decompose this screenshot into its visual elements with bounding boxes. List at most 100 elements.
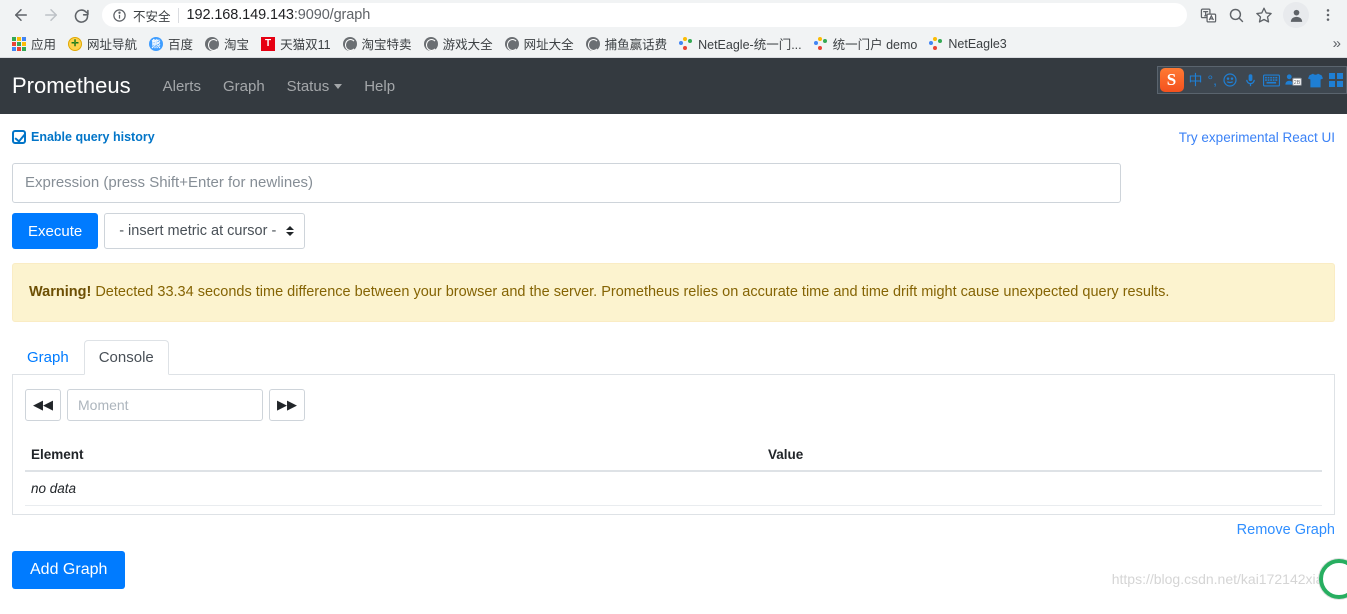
bookmark-item[interactable]: 网址大全 xyxy=(499,32,580,55)
table-row: no data xyxy=(25,471,1322,507)
bookmark-item[interactable]: 淘宝特卖 xyxy=(337,32,418,55)
dots-favicon-icon xyxy=(679,36,693,51)
globe-icon xyxy=(504,36,519,51)
warning-message: Detected 33.34 seconds time difference b… xyxy=(91,284,1170,300)
forward-arrow-icon[interactable] xyxy=(36,1,66,29)
tmall-t-icon: T xyxy=(261,36,276,51)
nav-link-label: Alerts xyxy=(162,77,201,95)
back-arrow-icon[interactable] xyxy=(6,1,36,29)
bookmark-apps[interactable]: 应用 xyxy=(6,32,62,55)
bookmark-label: 网址大全 xyxy=(523,38,574,52)
expression-input[interactable] xyxy=(12,163,1121,203)
profile-avatar[interactable] xyxy=(1283,2,1309,28)
cell-element: no data xyxy=(25,471,762,507)
console-panel: ◀◀ ▶▶ Element Value no data xyxy=(12,375,1335,516)
watermark-text: https://blog.csdn.net/kai172142xiang xyxy=(1111,571,1339,588)
execute-button[interactable]: Execute xyxy=(12,213,99,249)
bookmark-label: 百度 xyxy=(168,38,194,52)
user-card-icon[interactable]: 2B xyxy=(1285,73,1302,87)
bookmark-item[interactable]: 统一门户 demo xyxy=(808,32,924,55)
results-table: Element Value no data xyxy=(25,441,1322,507)
time-drift-warning-banner: Warning! Detected 33.34 seconds time dif… xyxy=(12,263,1335,323)
bookmarks-overflow-chevron-icon[interactable]: » xyxy=(1333,30,1341,57)
enable-query-history-checkbox[interactable]: Enable query history xyxy=(12,130,155,144)
cell-value xyxy=(762,471,1322,507)
column-header-element: Element xyxy=(25,441,762,473)
add-graph-button[interactable]: Add Graph xyxy=(12,551,126,590)
address-bar[interactable]: 不安全 192.168.149.143:9090/graph xyxy=(102,3,1187,27)
bookmark-label: 淘宝特卖 xyxy=(361,38,412,52)
chrome-menu-icon[interactable] xyxy=(1315,2,1341,28)
browser-toolbar-icons xyxy=(1195,2,1341,28)
insert-metric-select[interactable]: - insert metric at cursor - xyxy=(104,213,306,249)
bookmark-item[interactable]: NetEagle-统一门... xyxy=(673,32,808,55)
bookmark-star-icon[interactable] xyxy=(1251,2,1277,28)
nav-link-graph[interactable]: Graph xyxy=(213,72,275,101)
graph-page: Enable query history Try experimental Re… xyxy=(0,114,1347,600)
query-options-row: Enable query history Try experimental Re… xyxy=(12,114,1335,145)
sogou-logo-icon[interactable]: S xyxy=(1159,68,1184,92)
security-label: 不安全 xyxy=(133,9,171,24)
results-table-body: no data xyxy=(25,471,1322,507)
tab-graph[interactable]: Graph xyxy=(12,340,84,375)
enable-query-history-label: Enable query history xyxy=(31,130,155,144)
try-react-ui-link[interactable]: Try experimental React UI xyxy=(1179,130,1335,145)
site-info-icon[interactable] xyxy=(112,8,127,23)
zoom-out-icon[interactable] xyxy=(1223,2,1249,28)
nav-link-alerts[interactable]: Alerts xyxy=(153,72,211,101)
bookmark-label: 游戏大全 xyxy=(442,38,493,52)
result-tabs: Graph Console xyxy=(12,340,1335,376)
globe-icon xyxy=(585,36,600,51)
tab-console[interactable]: Console xyxy=(83,340,169,376)
nav-link-help[interactable]: Help xyxy=(354,72,405,101)
reload-icon[interactable] xyxy=(66,1,96,29)
moment-controls: ◀◀ ▶▶ xyxy=(25,389,1322,422)
moment-input[interactable] xyxy=(67,389,263,422)
dots-favicon-icon xyxy=(929,36,943,51)
bookmark-item[interactable]: T 天猫双11 xyxy=(255,32,336,55)
brand-title[interactable]: Prometheus xyxy=(12,73,131,99)
bookmark-item[interactable]: 熊 百度 xyxy=(143,32,199,55)
globe-icon xyxy=(342,36,357,51)
bookmark-item[interactable]: ✛ 网址导航 xyxy=(62,32,143,55)
bookmark-item[interactable]: 淘宝 xyxy=(199,32,255,55)
bookmark-item[interactable]: 捕鱼赢话费 xyxy=(580,32,674,55)
green-plus-circle-icon: ✛ xyxy=(68,36,83,51)
bookmark-label: NetEagle-统一门... xyxy=(698,38,802,52)
query-controls: Execute - insert metric at cursor - xyxy=(12,213,1335,249)
baidu-paw-icon: 熊 xyxy=(149,36,164,51)
bookmark-label: 淘宝 xyxy=(224,38,250,52)
table-header-row: Element Value xyxy=(25,441,1322,473)
nav-link-status[interactable]: Status xyxy=(277,72,353,101)
ime-punctuation-icon[interactable]: °, xyxy=(1208,72,1218,88)
url-divider xyxy=(177,7,179,23)
prometheus-navbar: Prometheus Alerts Graph Status Help S 中 … xyxy=(0,58,1347,114)
bookmark-label: 网址导航 xyxy=(87,38,138,52)
svg-text:2B: 2B xyxy=(1294,80,1301,86)
nav-link-label: Graph xyxy=(222,77,265,95)
bookmark-label: NetEagle3 xyxy=(948,36,1007,51)
more-blocks-icon[interactable] xyxy=(1329,73,1343,87)
globe-icon xyxy=(423,36,438,51)
smiley-icon[interactable] xyxy=(1222,72,1238,88)
remove-graph-link[interactable]: Remove Graph xyxy=(1237,522,1335,538)
keyboard-icon[interactable] xyxy=(1263,73,1280,87)
bookmark-item[interactable]: 游戏大全 xyxy=(418,32,499,55)
url-host: 192.168.149.143 xyxy=(186,7,294,23)
ime-chinese-mode-icon[interactable]: 中 xyxy=(1189,70,1203,90)
bookmark-label: 捕鱼赢话费 xyxy=(604,38,668,52)
remove-graph-row: Remove Graph xyxy=(12,521,1335,539)
translate-icon[interactable] xyxy=(1195,2,1221,28)
select-arrows-icon xyxy=(286,226,295,236)
url-path: :9090/graph xyxy=(293,7,371,23)
navbar-links: Alerts Graph Status Help xyxy=(153,72,405,101)
microphone-icon[interactable] xyxy=(1243,73,1258,88)
sogou-ime-toolbar[interactable]: S 中 °, 2B xyxy=(1156,66,1347,94)
browser-toolbar: 不安全 192.168.149.143:9090/graph xyxy=(0,0,1347,30)
apps-grid-icon xyxy=(12,36,26,51)
bookmark-item[interactable]: NetEagle3 xyxy=(923,35,1012,53)
insert-metric-select-value: - insert metric at cursor - xyxy=(119,223,277,239)
step-forward-button[interactable]: ▶▶ xyxy=(269,389,305,422)
shirt-skin-icon[interactable] xyxy=(1307,73,1324,88)
step-backward-button[interactable]: ◀◀ xyxy=(25,389,61,422)
